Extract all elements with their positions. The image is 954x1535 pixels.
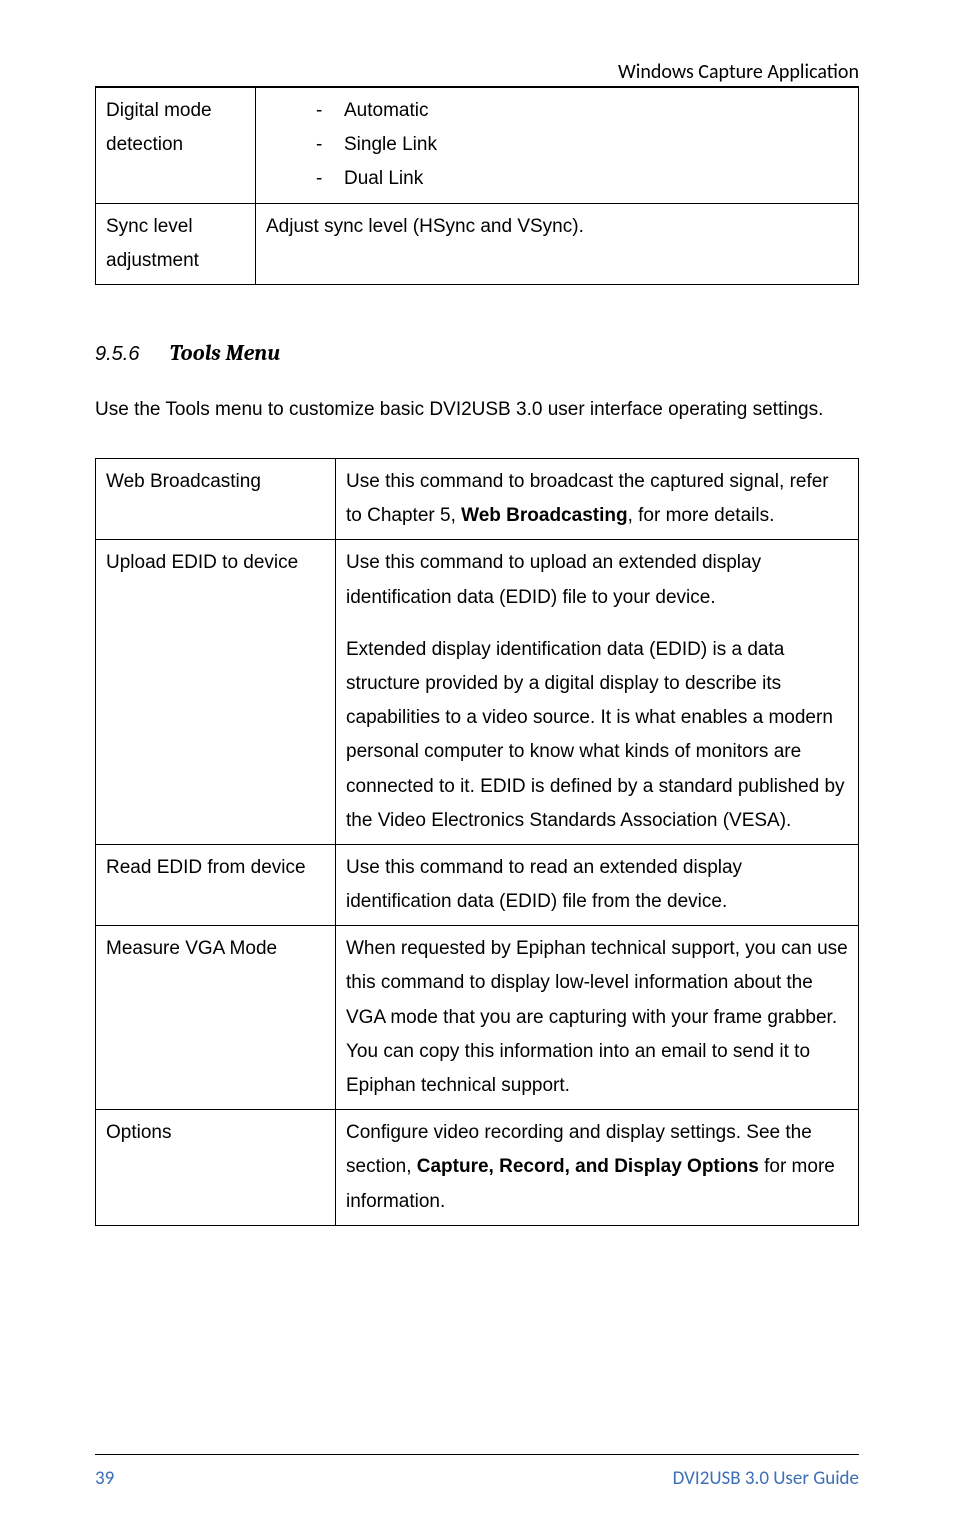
mode-table: Digital mode detection Automatic Single … [95,87,859,285]
spacer [346,615,848,633]
section-heading: 9.5.6 Tools Menu [95,340,859,366]
t2-r1-para1: Extended display identification data (ED… [346,633,848,838]
t2-r0-label: Web Broadcasting [96,459,336,540]
t2-r3-value: When requested by Epiphan technical supp… [336,926,859,1110]
page-number: 39 [95,1467,114,1490]
table1-row0-item2: Dual Link [316,162,848,196]
table1-row1-value: Adjust sync level (HSync and VSync). [256,203,859,284]
t2-r2-p0: Use this command to read an extended dis… [346,857,742,912]
intro-paragraph: Use the Tools menu to customize basic DV… [95,392,859,428]
table1-row1-label: Sync level adjustment [96,203,256,284]
t2-r3-label: Measure VGA Mode [96,926,336,1110]
table1-row0-item0: Automatic [316,94,848,128]
t2-r1-para0: Use this command to upload an extended d… [346,546,848,614]
section-title: Tools Menu [169,340,280,366]
t2-r4-value: Configure video recording and display se… [336,1110,859,1226]
page-header: Windows Capture Application [95,60,859,87]
table1-row0-value: Automatic Single Link Dual Link [256,88,859,204]
footer-guide: DVI2USB 3.0 User Guide [673,1467,859,1490]
tools-menu-table: Web Broadcasting Use this command to bro… [95,458,859,1226]
t2-r1-label: Upload EDID to device [96,540,336,845]
t2-r0-p1: Web Broadcasting [461,505,627,526]
t2-r2-label: Read EDID from device [96,844,336,925]
table1-row0-item1: Single Link [316,128,848,162]
page-footer: 39 DVI2USB 3.0 User Guide [95,1454,859,1490]
t2-r1-value: Use this command to upload an extended d… [336,540,859,845]
table1-row0-label: Digital mode detection [96,88,256,204]
t2-r4-label: Options [96,1110,336,1226]
t2-r4-p1: Capture, Record, and Display Options [417,1156,759,1177]
t2-r0-value: Use this command to broadcast the captur… [336,459,859,540]
t2-r3-p0: When requested by Epiphan technical supp… [346,938,848,1096]
section-number: 9.5.6 [95,343,139,366]
t2-r2-value: Use this command to read an extended dis… [336,844,859,925]
t2-r0-p2: , for more details. [628,505,775,526]
